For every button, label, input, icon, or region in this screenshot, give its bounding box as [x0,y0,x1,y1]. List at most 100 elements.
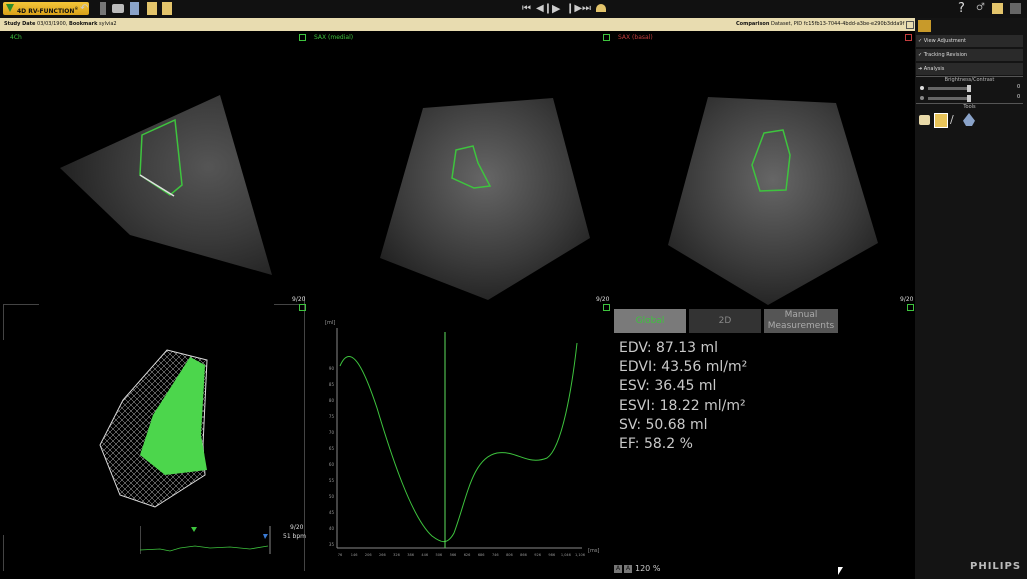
result-edvi: EDVI: 43.56 ml/m² [619,359,748,375]
heart-icon[interactable] [596,4,606,12]
prev-frame-button[interactable]: ◀❙ [536,1,552,17]
bookmark-value: sylvia2 [99,21,117,27]
analysis-label: Analysis [923,66,945,72]
line-tool-icon[interactable]: ∕ [950,113,960,126]
image-sax-basal[interactable] [668,95,880,305]
y-tick-label: 50 [329,494,335,499]
y-tick-label: 40 [329,526,335,531]
x-tick-label: 506 [435,553,442,557]
x-tick-label: 76 [338,553,342,557]
check-icon: ✓ [918,38,923,44]
zoom-in-button[interactable]: A [624,565,632,573]
x-tick-label: 446 [421,553,428,557]
check-icon: ✓ [918,52,923,58]
x-axis-label: [ms] [588,548,600,554]
app-name: 4D RV-FUNCTION [17,8,75,15]
result-esv: ESV: 36.45 ml [619,378,717,394]
pencil-tool-icon[interactable] [934,113,948,128]
x-tick-label: 326 [393,553,400,557]
x-tick-label: 1,046 [561,553,571,557]
eraser-tool-icon[interactable] [919,115,930,125]
app-badge[interactable]: 4D RV-FUNCTION® [3,2,89,15]
rv-3d-model[interactable] [95,345,220,515]
y-tick-label: 80 [329,398,335,403]
volume-curve-chart[interactable]: 90 85 80 75 70 65 60 55 50 45 40 35 76 146 206 266 326 3… [322,318,604,562]
help-button[interactable]: ? [958,1,965,16]
study-date-label: Study Date [4,21,36,27]
x-tick-label: 866 [520,553,527,557]
view-label-sax-medial: SAX (medial) [314,34,354,41]
divider-icon [100,2,106,15]
contrast-slider-handle[interactable] [967,95,971,102]
view-select-sax-medial[interactable] [603,34,610,41]
contrast-slider[interactable] [928,97,970,100]
study-date: 03/03/1900 [37,21,66,27]
tools-label: Tools [963,104,976,110]
view-label-sax-basal: SAX (basal) [618,34,653,41]
x-tick-label: 926 [534,553,541,557]
y-tick-label: 45 [329,510,335,515]
x-tick-label: 806 [506,553,513,557]
image-4ch[interactable] [50,90,275,290]
x-tick-label: 1,106 [575,553,585,557]
tab-manual-measurements[interactable]: Manual Measurements [764,309,838,333]
report-icon[interactable] [130,2,139,15]
brightness-slider-handle[interactable] [967,85,971,92]
image-sax-medial[interactable] [378,88,593,303]
mouse-cursor-icon [838,567,843,575]
ecg-trace [140,545,269,552]
corner-marker [3,304,4,340]
view-select-results[interactable] [907,304,914,311]
contrast-value: 0 [1017,94,1021,100]
arrow-right-icon: ➜ [918,66,923,72]
corner-marker [3,535,4,571]
next-frame-button[interactable]: ❙▶ [566,1,582,17]
camera-icon[interactable] [112,4,124,13]
ultrasound-sector [60,95,272,275]
panel-collapse-icon[interactable] [918,20,931,32]
settings-icon[interactable] [1010,3,1021,14]
y-tick-label: 70 [329,430,335,435]
tab-global[interactable]: Global [614,309,686,333]
brightness-slider[interactable] [928,87,970,90]
info-dropdown-icon[interactable] [906,21,914,29]
user-icon[interactable]: ♂ [976,2,986,14]
ecg-frame-marker-icon[interactable] [191,527,197,532]
result-sv: SV: 50.68 ml [619,417,708,433]
pid-value: fc15fb13-7044-4bdd-a3be-e290b3dda9f [803,21,905,27]
tab-2d[interactable]: 2D [689,309,761,333]
view-select-graph[interactable] [603,304,610,311]
y-tick-label: 35 [329,542,335,547]
result-esvi: ESVI: 18.22 ml/m² [619,398,746,414]
brand-logo: PHILIPS [970,561,1022,572]
comparison-label: Comparison [736,21,770,27]
export-icon[interactable] [147,2,157,15]
view-label-4ch: 4Ch [10,34,22,41]
view-adjustment-item[interactable]: ✓ View Adjustment [916,35,1023,47]
zoom-level: 120 % [635,564,661,573]
first-frame-button[interactable]: ⏮ [522,1,531,17]
y-tick-label: 65 [329,446,335,451]
view-select-4ch[interactable] [299,34,306,41]
undo-icon[interactable]: ↶ [80,1,88,17]
view-select-model[interactable] [299,304,306,311]
ecg-strip[interactable] [140,522,275,554]
window-icon[interactable] [992,3,1003,14]
last-frame-button[interactable]: ⏭ [582,1,591,17]
ultrasound-sector [668,97,878,305]
bookmark-label: Bookmark [69,21,98,27]
analysis-item[interactable]: ➜ Analysis [916,63,1023,75]
save-icon[interactable] [162,2,172,15]
zoom-out-button[interactable]: A [614,565,622,573]
app-logo-icon [6,4,14,12]
volume-curve [339,342,578,543]
play-button[interactable]: ▶ [552,1,560,17]
tracking-revision-item[interactable]: ✓ Tracking Revision [916,49,1023,61]
tracking-revision-label: Tracking Revision [923,52,968,58]
contrast-icon [920,96,924,100]
view-select-sax-basal[interactable] [905,34,912,41]
ecg-es-marker-icon[interactable] [263,534,268,539]
brightness-value: 0 [1017,84,1021,90]
comparison-text: Dataset, PID [771,21,803,27]
frame-counter-model: 9/20 [290,524,304,531]
